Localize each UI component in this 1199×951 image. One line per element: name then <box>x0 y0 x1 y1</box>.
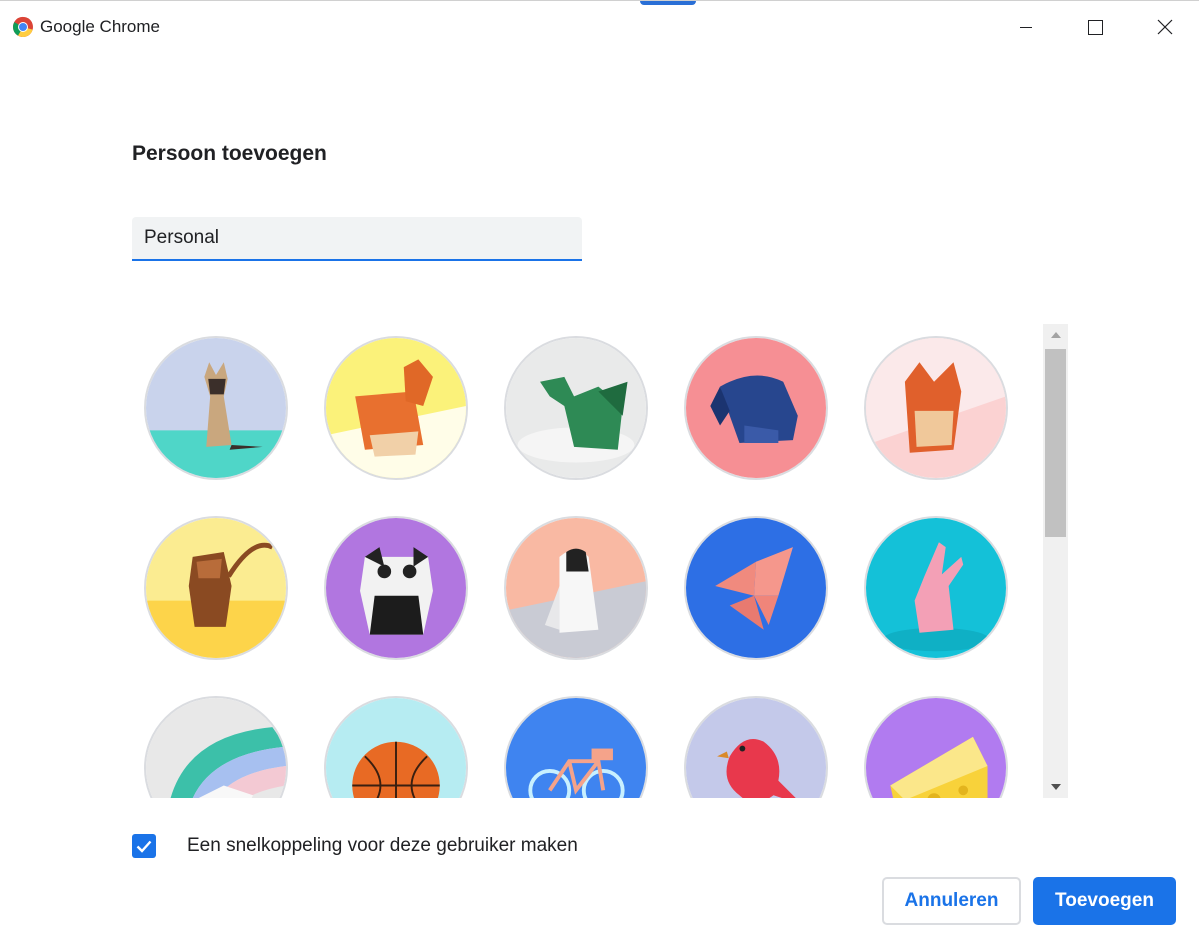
title-bar: Google Chrome <box>0 1 1199 53</box>
shortcut-row: Een snelkoppeling voor deze gebruiker ma… <box>132 833 578 859</box>
chrome-window: Google Chrome Persoon toevoegen Personal… <box>0 0 1199 951</box>
shortcut-checkbox[interactable] <box>132 834 156 858</box>
profile-name-input[interactable] <box>132 217 582 261</box>
avatar-cheese[interactable] <box>864 696 1008 798</box>
dragon-icon <box>506 338 646 478</box>
corgi-icon <box>326 338 466 478</box>
minimize-button[interactable] <box>1003 9 1049 45</box>
arrow-up-icon <box>1050 332 1061 338</box>
unicorn-icon <box>146 698 286 798</box>
fox-icon <box>866 338 1006 478</box>
avatar-scrollbar[interactable] <box>1043 324 1068 798</box>
window-title: Google Chrome <box>40 17 161 36</box>
checkmark-icon <box>136 840 152 853</box>
avatar-bird[interactable] <box>684 696 828 798</box>
minimize-icon <box>1020 27 1032 28</box>
close-icon <box>1157 19 1173 35</box>
rabbit-icon <box>866 518 1006 658</box>
elephant-icon <box>686 338 826 478</box>
avatar-grid <box>132 323 1032 798</box>
avatar-elephant[interactable] <box>684 336 828 480</box>
basketball-icon <box>326 698 466 798</box>
bird-icon <box>686 698 826 798</box>
avatar-dragon[interactable] <box>504 336 648 480</box>
avatar-panda[interactable] <box>324 516 468 660</box>
cheese-icon <box>866 698 1006 798</box>
penguin-icon <box>506 518 646 658</box>
scroll-up-button[interactable] <box>1043 324 1068 346</box>
bike-icon <box>506 698 646 798</box>
scroll-thumb[interactable] <box>1045 349 1066 537</box>
avatar-fox[interactable] <box>864 336 1008 480</box>
butterfly-icon <box>686 518 826 658</box>
avatar-penguin[interactable] <box>504 516 648 660</box>
add-button[interactable]: Toevoegen <box>1033 877 1176 925</box>
chrome-logo-icon <box>13 16 33 38</box>
cat-icon <box>146 338 286 478</box>
maximize-button[interactable] <box>1072 9 1118 45</box>
avatar-butterfly[interactable] <box>684 516 828 660</box>
monkey-icon <box>146 518 286 658</box>
avatar-monkey[interactable] <box>144 516 288 660</box>
cancel-button[interactable]: Annuleren <box>882 877 1021 925</box>
avatar-cat[interactable] <box>144 336 288 480</box>
close-button[interactable] <box>1142 9 1188 45</box>
avatar-bike[interactable] <box>504 696 648 798</box>
maximize-icon <box>1087 19 1103 35</box>
dialog-title: Persoon toevoegen <box>132 142 327 165</box>
avatar-basketball[interactable] <box>324 696 468 798</box>
shortcut-label: Een snelkoppeling voor deze gebruiker ma… <box>187 835 578 856</box>
arrow-down-icon <box>1050 784 1061 790</box>
avatar-rabbit[interactable] <box>864 516 1008 660</box>
panda-icon <box>326 518 466 658</box>
scroll-down-button[interactable] <box>1043 776 1068 798</box>
avatar-unicorn[interactable] <box>144 696 288 798</box>
avatar-corgi[interactable] <box>324 336 468 480</box>
